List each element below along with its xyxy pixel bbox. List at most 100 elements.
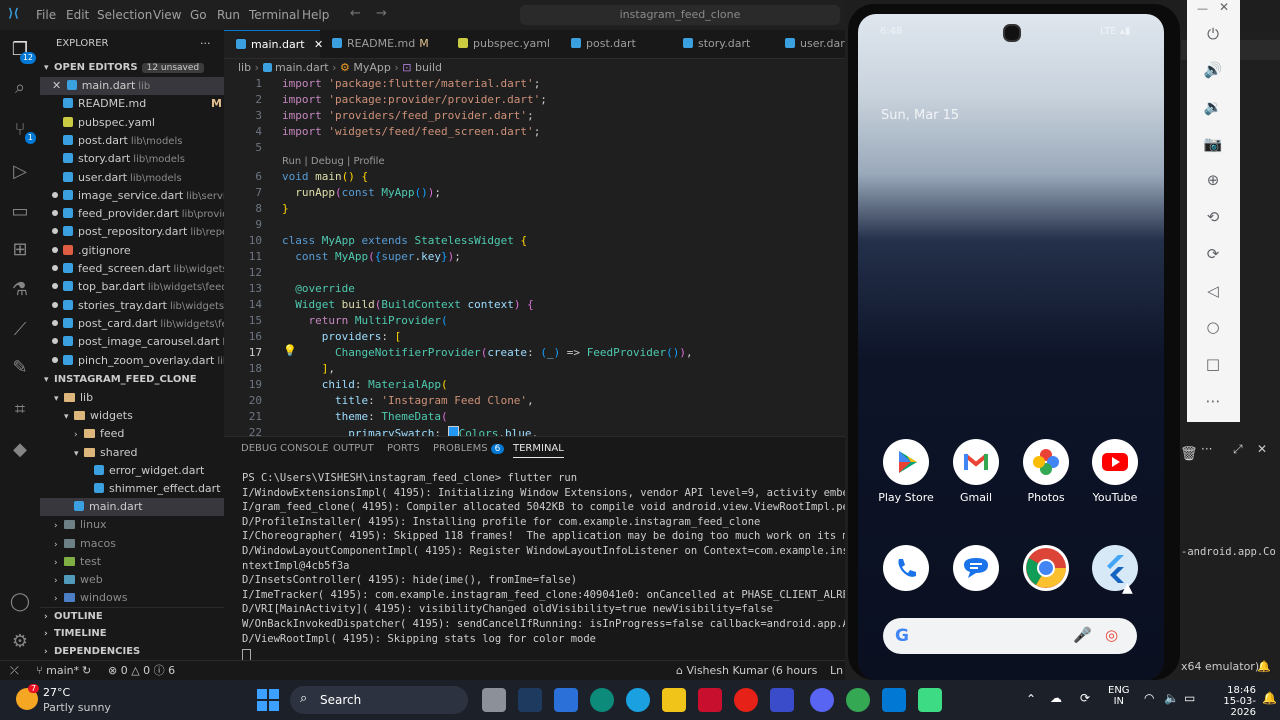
line-column[interactable]: Ln xyxy=(830,661,843,681)
minimize-icon[interactable]: — xyxy=(1197,2,1208,15)
tree-folder[interactable]: › windows xyxy=(40,589,238,607)
open-editor-item[interactable]: top_bar.dart lib\widgets\feed xyxy=(40,278,236,296)
taskbar-search[interactable]: ⌕ Search xyxy=(290,686,468,714)
tab-user-dart[interactable]: user.dart xyxy=(773,30,845,58)
close-emulator-icon[interactable]: ✕ xyxy=(1219,0,1229,14)
tray-app-icon[interactable]: ☁ xyxy=(1050,691,1062,705)
chrome-icon[interactable] xyxy=(1023,545,1069,591)
home-icon[interactable]: ○ xyxy=(1201,315,1225,339)
command-center-search[interactable]: instagram_feed_clone xyxy=(520,5,840,25)
open-editor-item[interactable]: post_image_carousel.dartlib... xyxy=(40,333,236,351)
tree-file[interactable]: main.dart xyxy=(40,498,248,517)
unsaved-dot-icon[interactable] xyxy=(52,191,58,198)
notification-icon[interactable]: 🔔 xyxy=(1262,691,1277,705)
chevron-down-icon[interactable]: ▾ xyxy=(64,408,74,425)
open-editor-item[interactable]: feed_provider.dart lib\provid... xyxy=(40,205,236,223)
open-editor-item[interactable]: feed_screen.dart lib\widgets\... xyxy=(40,260,236,278)
wifi-icon[interactable]: ◠ xyxy=(1144,691,1154,705)
google-search-bar[interactable]: G 🎤 ◎ xyxy=(883,618,1137,654)
youtube-icon[interactable] xyxy=(1092,439,1138,485)
discord-icon[interactable] xyxy=(810,688,834,712)
zoom-icon[interactable]: ⊕ xyxy=(1201,168,1225,192)
lens-icon[interactable]: ◎ xyxy=(1105,626,1118,644)
android-emulator-taskbar-icon[interactable] xyxy=(918,688,942,712)
breadcrumb-file[interactable]: main.dart xyxy=(275,61,329,74)
menu-selection[interactable]: Selection xyxy=(97,8,152,22)
more-options-icon[interactable]: ⋯ xyxy=(1201,389,1225,413)
more-actions-icon[interactable]: ··· xyxy=(200,35,220,53)
volume-icon[interactable]: 🔈 xyxy=(1164,691,1179,705)
power-automate-icon[interactable] xyxy=(770,688,794,712)
unsaved-dot-icon[interactable] xyxy=(52,228,58,235)
codelens-run-debug[interactable]: Run | Debug | Profile xyxy=(282,156,385,167)
forward-arrow-icon[interactable]: → xyxy=(376,6,387,21)
windows-start-icon[interactable] xyxy=(256,688,280,712)
flutter-icon[interactable]: ⟋ xyxy=(8,318,32,342)
menu-edit[interactable]: Edit xyxy=(66,8,89,22)
battery-icon[interactable]: ▭ xyxy=(1184,691,1195,705)
tree-folder[interactable]: › macos xyxy=(40,535,238,553)
unsaved-dot-icon[interactable] xyxy=(52,356,58,363)
remote-icon[interactable]: ⤫ xyxy=(10,661,19,681)
vscode-taskbar-icon[interactable] xyxy=(882,688,906,712)
tree-folder[interactable]: › web xyxy=(40,571,238,589)
open-editor-item[interactable]: pinch_zoom_overlay.dartlib\... xyxy=(40,352,236,370)
testing-icon[interactable]: ⚗ xyxy=(8,278,32,302)
internet-explorer-icon[interactable] xyxy=(626,688,650,712)
messages-icon[interactable] xyxy=(953,545,999,591)
project-folder-header[interactable]: ▾ INSTAGRAM_FEED_CLONE xyxy=(40,371,228,389)
code-editor[interactable]: 1 2 3 4 5 6 7 8 9 10 11 12 13 14 15 16 17 18 19 20 21 22 Run … xyxy=(224,77,845,436)
clock[interactable]: 18:46 15-03-2026 xyxy=(1206,685,1256,718)
menu-view[interactable]: View xyxy=(153,8,181,22)
back-icon[interactable]: ◁ xyxy=(1201,279,1225,303)
extensions-icon[interactable]: ⊞ xyxy=(8,238,32,262)
screenshot-camera-icon[interactable]: 📷 xyxy=(1201,132,1225,156)
photos-icon[interactable] xyxy=(1023,439,1069,485)
problems-status[interactable]: ⊗ 0 △ 0 ⓘ 6 xyxy=(108,661,175,681)
phone-screen[interactable]: 6:48 LTE ▴▮ Sun, Mar 15 Play Store Gmail… xyxy=(858,14,1164,680)
branch-status[interactable]: ⑂ main* xyxy=(36,661,79,681)
menu-terminal[interactable]: Terminal xyxy=(249,8,300,22)
menu-file[interactable]: File xyxy=(36,8,56,22)
tab-pubspec-yaml[interactable]: pubspec.yaml xyxy=(446,30,559,58)
tab-readme-md[interactable]: README.md M xyxy=(320,30,446,58)
language-indicator[interactable]: ENG IN xyxy=(1108,685,1130,707)
unsaved-dot-icon[interactable] xyxy=(52,283,58,290)
store-icon[interactable] xyxy=(554,688,578,712)
task-view-icon[interactable] xyxy=(482,688,506,712)
chevron-right-icon[interactable]: › xyxy=(74,426,84,443)
scan-icon[interactable]: ⌗ xyxy=(8,398,32,422)
open-editors-header[interactable]: ▾ OPEN EDITORS 12 unsaved xyxy=(40,59,228,77)
open-editor-item[interactable]: image_service.dartlib\services xyxy=(40,187,236,205)
open-editor-item[interactable]: .gitignore xyxy=(40,242,236,260)
source-control-icon[interactable]: ⑂ 1 xyxy=(8,118,36,144)
menu-help[interactable]: Help xyxy=(302,8,329,22)
tab-output[interactable]: OUTPUT xyxy=(333,443,374,454)
tab-terminal[interactable]: TERMINAL xyxy=(513,443,564,458)
unsaved-dot-icon[interactable] xyxy=(52,338,58,345)
rotate-right-icon[interactable]: ⟳ xyxy=(1201,242,1225,266)
draw-icon[interactable]: ✎ xyxy=(8,356,32,380)
unsaved-dot-icon[interactable] xyxy=(52,210,58,217)
overview-icon[interactable]: □ xyxy=(1201,352,1225,376)
outline-section[interactable]: › OUTLINE xyxy=(40,607,228,626)
phone-date[interactable]: Sun, Mar 15 xyxy=(881,108,959,123)
file-explorer-icon[interactable] xyxy=(662,688,686,712)
settings-gear-icon[interactable]: ⚙ xyxy=(8,630,32,654)
unsaved-dot-icon[interactable] xyxy=(52,301,58,308)
show-hidden-icons[interactable]: ⌃ xyxy=(1026,692,1036,706)
open-editor-item[interactable]: ✕ main.dart lib xyxy=(40,77,236,95)
tree-folder[interactable]: › test xyxy=(40,553,238,571)
play-store-icon[interactable] xyxy=(883,439,929,485)
back-arrow-icon[interactable]: ← xyxy=(350,6,361,21)
run-debug-icon[interactable]: ▷ xyxy=(8,160,32,184)
tab-story-dart[interactable]: story.dart xyxy=(671,30,773,58)
volume-up-icon[interactable]: 🔊 xyxy=(1201,58,1225,82)
explorer-icon[interactable]: ❐ 12 xyxy=(8,38,36,64)
breadcrumb-lib[interactable]: lib xyxy=(238,61,251,74)
breadcrumb-class[interactable]: MyApp xyxy=(353,61,391,74)
tray-sync-icon[interactable]: ⟳ xyxy=(1080,691,1090,705)
chevron-down-icon[interactable]: ▾ xyxy=(74,445,84,462)
antivirus-icon[interactable] xyxy=(698,688,722,712)
menu-run[interactable]: Run xyxy=(217,8,240,22)
